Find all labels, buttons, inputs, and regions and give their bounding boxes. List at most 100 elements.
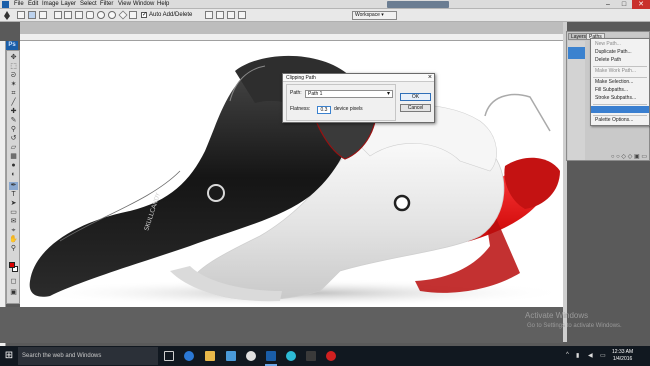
app-icon[interactable]	[306, 351, 316, 361]
skype-icon[interactable]	[286, 351, 296, 361]
line-icon[interactable]	[118, 10, 128, 20]
marquee-tool-icon[interactable]: ⬚	[9, 63, 18, 71]
magic-wand-tool-icon[interactable]: ✶	[9, 81, 18, 89]
menu-item-delete-path[interactable]: Delete Path	[591, 57, 649, 64]
auto-add-delete-checkbox[interactable]: ✓	[141, 12, 147, 18]
rectangle-icon[interactable]	[75, 11, 83, 19]
path-exclude-icon[interactable]	[238, 11, 246, 19]
dialog-close-icon[interactable]: ×	[428, 74, 432, 82]
menu-filter[interactable]: Filter	[100, 1, 113, 7]
auto-add-delete-label: Auto Add/Delete	[149, 12, 193, 18]
path-selection-icon[interactable]: ➤	[9, 200, 18, 208]
menu-item-make-selection[interactable]: Make Selection...	[591, 79, 649, 86]
menu-item-clipping-path[interactable]	[591, 106, 649, 113]
tray-clock[interactable]: 12:33 AM 1/4/2016	[612, 349, 633, 363]
menu-item-make-work-path[interactable]: Make Work Path...	[591, 68, 649, 75]
close-button[interactable]: ✕	[632, 0, 650, 9]
flatness-input[interactable]: 0.3	[317, 106, 331, 114]
fill-pixels-icon[interactable]	[39, 11, 47, 19]
blur-tool-icon[interactable]: ●	[9, 162, 18, 170]
menu-edit[interactable]: Edit	[28, 1, 38, 7]
custom-shape-icon[interactable]	[129, 11, 137, 19]
keyboard-icon[interactable]: ▭	[600, 352, 606, 359]
menu-item-duplicate-path[interactable]: Duplicate Path...	[591, 49, 649, 56]
status-area	[0, 307, 563, 343]
cancel-button[interactable]: Cancel	[400, 104, 431, 112]
menu-bar: File Edit Image Layer Select Filter View…	[0, 0, 650, 9]
path-select[interactable]: Path 1 ▾	[305, 90, 393, 98]
ok-button[interactable]: OK	[400, 93, 431, 101]
clock-time: 12:33 AM	[612, 349, 634, 355]
menu-image[interactable]: Image	[42, 1, 59, 7]
workspace-dropdown[interactable]: Workspace ▾	[352, 11, 397, 20]
eyedropper-tool-icon[interactable]: ⌖	[9, 227, 18, 235]
activate-windows-title: Activate Windows	[525, 311, 589, 320]
path-1-thumbnail[interactable]	[568, 47, 585, 59]
chrome-icon[interactable]	[246, 351, 256, 361]
paths-mode-icon[interactable]	[28, 11, 36, 19]
horizontal-ruler	[20, 34, 563, 41]
clock-date: 1/4/2016	[612, 356, 633, 362]
menu-separator	[593, 66, 647, 67]
slice-tool-icon[interactable]: ╱	[9, 99, 18, 107]
document-tab-bar	[20, 22, 563, 34]
menu-view[interactable]: View	[118, 1, 131, 7]
foreground-color-swatch[interactable]	[9, 262, 15, 268]
brush-tool-icon[interactable]: ✎	[9, 117, 18, 125]
quick-mask-icon[interactable]: ◻	[9, 278, 18, 286]
freeform-pen-icon[interactable]	[64, 11, 72, 19]
type-tool-icon[interactable]: T	[9, 191, 18, 199]
file-explorer-icon[interactable]	[205, 351, 215, 361]
task-view-icon[interactable]	[164, 351, 174, 361]
panel-footer-icons[interactable]: ○ ○ ◇ ◇ ▣ ▭	[585, 154, 649, 161]
network-icon[interactable]: ▮	[576, 352, 579, 359]
menu-item-fill-subpaths[interactable]: Fill Subpaths...	[591, 87, 649, 94]
screen-mode-icon[interactable]: ▣	[9, 289, 18, 297]
path-combine-icon[interactable]	[205, 11, 213, 19]
menu-help[interactable]: Help	[157, 1, 169, 7]
pen-icon[interactable]	[54, 11, 62, 19]
zoom-tool-icon[interactable]: ⚲	[9, 245, 18, 253]
store-icon[interactable]	[226, 351, 236, 361]
opera-icon[interactable]	[326, 351, 336, 361]
notes-tool-icon[interactable]: ✉	[9, 218, 18, 226]
tray-chevron-icon[interactable]: ^	[566, 352, 569, 358]
crop-tool-icon[interactable]: ⌗	[9, 90, 18, 98]
healing-brush-icon[interactable]: ✚	[9, 108, 18, 116]
menu-select[interactable]: Select	[80, 1, 97, 7]
windows-start-icon[interactable]: ⊞	[0, 346, 18, 366]
lasso-tool-icon[interactable]: ᘐ	[9, 72, 18, 80]
photoshop-app-icon	[2, 1, 9, 8]
menu-item-palette-options[interactable]: Palette Options...	[591, 117, 649, 124]
dialog-options-group: Path: Path 1 ▾ Flatness: 0.3 device pixe…	[286, 84, 396, 121]
menu-file[interactable]: File	[14, 1, 24, 7]
menu-item-stroke-subpaths[interactable]: Stroke Subpaths...	[591, 95, 649, 102]
dodge-tool-icon[interactable]: ◐	[9, 171, 18, 179]
maximize-button[interactable]: □	[616, 0, 632, 9]
path-subtract-icon[interactable]	[216, 11, 224, 19]
gradient-tool-icon[interactable]: ▦	[9, 153, 18, 161]
polygon-icon[interactable]	[108, 11, 116, 19]
menu-separator	[593, 115, 647, 116]
shape-tool-icon[interactable]: ▭	[9, 209, 18, 217]
pen-tool-active-icon[interactable]: ✒	[9, 182, 18, 190]
menu-window[interactable]: Window	[133, 1, 154, 7]
minimize-button[interactable]: –	[600, 0, 616, 9]
photoshop-taskbar-icon[interactable]	[266, 351, 276, 361]
eraser-tool-icon[interactable]: ▱	[9, 144, 18, 152]
paths-panel-menu: New Path... Duplicate Path... Delete Pat…	[590, 38, 650, 126]
menu-layer[interactable]: Layer	[61, 1, 76, 7]
taskbar-search-box[interactable]: Search the web and Windows	[18, 347, 158, 365]
menu-item-new-path[interactable]: New Path...	[591, 41, 649, 48]
edge-browser-icon[interactable]	[184, 351, 194, 361]
history-brush-icon[interactable]: ↺	[9, 135, 18, 143]
pen-tool-icon[interactable]	[3, 11, 11, 20]
shape-layers-icon[interactable]	[17, 11, 25, 19]
rounded-rectangle-icon[interactable]	[86, 11, 94, 19]
move-tool-icon[interactable]: ✥	[9, 54, 18, 62]
path-intersect-icon[interactable]	[227, 11, 235, 19]
clone-stamp-icon[interactable]: ⚲	[9, 126, 18, 134]
volume-icon[interactable]: ◀	[588, 352, 593, 359]
hand-tool-icon[interactable]: ✋	[9, 236, 18, 244]
ellipse-icon[interactable]	[97, 11, 105, 19]
